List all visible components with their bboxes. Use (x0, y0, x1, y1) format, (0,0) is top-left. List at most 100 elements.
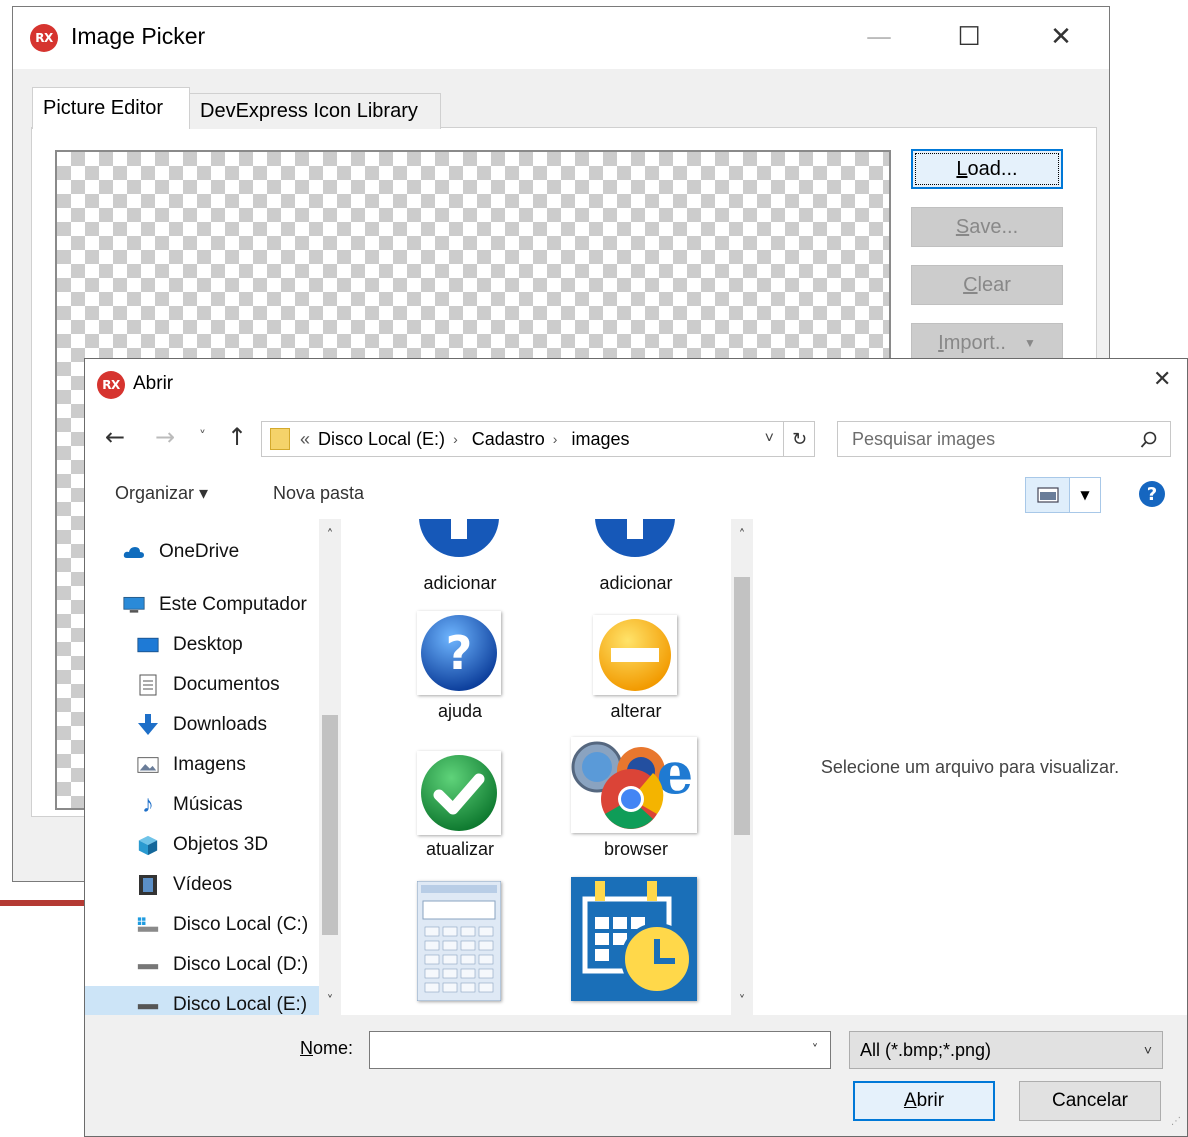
open-file-dialog: RX Abrir ✕ ← → ˅ ↑ « Disco Local (E:) › … (84, 358, 1188, 1137)
save-button[interactable]: Save... (911, 207, 1063, 247)
file-type-select[interactable]: All (*.bmp;*.png) ˅ (849, 1031, 1163, 1069)
folder-icon (270, 428, 290, 450)
forward-arrow-icon[interactable]: → (155, 423, 175, 451)
back-arrow-icon[interactable]: ← (105, 423, 125, 451)
maximize-button[interactable]: ☐ (939, 17, 999, 57)
nav-item-videos[interactable]: Vídeos (85, 866, 319, 904)
file-name[interactable]: browser (561, 839, 711, 860)
plus-circle-icon (593, 519, 677, 563)
refresh-icon[interactable]: ↻ (783, 421, 815, 457)
file-name-dropdown-icon[interactable]: ˅ (801, 1032, 829, 1068)
file-thumbnail[interactable]: e (571, 737, 697, 833)
browsers-icon: e (571, 737, 697, 833)
chevron-right-icon: › (552, 431, 558, 447)
nav-item-este-computador[interactable]: Este Computador (85, 586, 319, 624)
nav-item-disco-local-c[interactable]: Disco Local (C:) (85, 906, 319, 944)
chevron-right-icon: › (453, 431, 458, 447)
close-button[interactable]: ✕ (1153, 367, 1171, 392)
scroll-up-icon[interactable]: ˄ (731, 525, 753, 545)
file-list: adicionar adicionar ? ajuda alterar atua… (343, 519, 731, 1015)
scrollbar-thumb[interactable] (734, 577, 750, 835)
search-icon[interactable] (1140, 431, 1158, 449)
change-view-button[interactable]: ▼ (1025, 477, 1101, 513)
breadcrumb-overflow[interactable]: « (300, 429, 310, 450)
nav-item-downloads[interactable]: Downloads (85, 706, 319, 744)
minus-circle-icon (599, 619, 671, 691)
file-thumbnail[interactable] (417, 519, 501, 567)
file-name[interactable]: ajuda (385, 701, 535, 722)
file-thumbnail[interactable] (416, 880, 502, 1002)
view-icon[interactable] (1026, 478, 1070, 512)
cube-icon (137, 835, 159, 856)
scrollbar-thumb[interactable] (322, 715, 338, 935)
chevron-down-icon: ˅ (1143, 1042, 1152, 1058)
plus-circle-icon (417, 519, 501, 563)
organize-button[interactable]: Organizar ▾ (115, 483, 208, 504)
clear-button[interactable]: Clear (911, 265, 1063, 305)
navigation-scrollbar[interactable]: ˄ ˅ (319, 519, 341, 1015)
picker-titlebar: RX Image Picker — ☐ ✕ (13, 7, 1109, 69)
scroll-down-icon[interactable]: ˅ (319, 991, 341, 1011)
import-button[interactable]: Import.. ▼ (911, 323, 1063, 363)
file-thumbnail[interactable] (417, 751, 501, 835)
scroll-up-icon[interactable]: ˄ (319, 525, 341, 545)
up-arrow-icon[interactable]: ↑ (227, 423, 247, 451)
view-dropdown-icon[interactable]: ▼ (1070, 478, 1100, 512)
navigation-pane: OneDrive Este Computador Desktop Documen… (85, 519, 341, 1024)
file-name[interactable]: alterar (561, 701, 711, 722)
preview-pane: Selecione um arquivo para visualizar. (820, 756, 1120, 777)
nav-item-desktop[interactable]: Desktop (85, 626, 319, 664)
recent-locations-icon[interactable]: ˅ (199, 429, 206, 445)
file-name[interactable]: atualizar (385, 839, 535, 860)
file-thumbnail[interactable]: ? (417, 611, 501, 695)
file-thumbnail[interactable] (593, 519, 677, 567)
computer-icon (123, 595, 145, 615)
breadcrumb-images[interactable]: images (571, 429, 629, 450)
tab-devexpress-icon-library[interactable]: DevExpress Icon Library (189, 93, 441, 129)
background-red-line (0, 897, 84, 911)
file-name-label: Nome: (300, 1038, 354, 1058)
nav-item-documentos[interactable]: Documentos (85, 666, 319, 704)
open-button[interactable]: Abrir (853, 1081, 995, 1121)
file-name[interactable]: adicionar (561, 573, 711, 594)
chevron-down-icon: ▼ (1023, 336, 1036, 350)
file-thumbnail[interactable] (571, 877, 697, 1001)
file-name-input[interactable] (369, 1031, 831, 1069)
load-button[interactable]: Load... (911, 149, 1063, 189)
nav-item-disco-local-d[interactable]: Disco Local (D:) (85, 946, 319, 984)
dialog-title: Abrir (133, 373, 174, 394)
check-circle-icon (421, 755, 497, 831)
rx-logo: RX (30, 24, 58, 52)
help-icon[interactable]: ? (1139, 481, 1165, 507)
close-button[interactable]: ✕ (1031, 17, 1091, 57)
cloud-icon (123, 542, 145, 562)
file-name[interactable]: adicionar (385, 573, 535, 594)
document-icon (137, 674, 159, 696)
nav-item-objetos-3d[interactable]: Objetos 3D (85, 826, 319, 864)
nav-item-musicas[interactable]: ♪ Músicas (85, 786, 319, 824)
windows-drive-icon (137, 915, 159, 935)
new-folder-button[interactable]: Nova pasta (273, 483, 364, 504)
file-list-scrollbar[interactable]: ˄ ˅ (731, 519, 753, 1015)
resize-grip-icon[interactable]: ⋰ (1171, 1117, 1185, 1133)
nav-item-imagens[interactable]: Imagens (85, 746, 319, 784)
address-bar[interactable]: « Disco Local (E:) › Cadastro › images ˅ (261, 421, 815, 457)
cancel-button[interactable]: Cancelar (1019, 1081, 1161, 1121)
tab-picture-editor[interactable]: Picture Editor (32, 87, 190, 129)
music-icon: ♪ (142, 791, 154, 818)
drive-icon (137, 995, 159, 1015)
download-icon (137, 714, 159, 735)
rx-logo: RX (97, 371, 125, 399)
breadcrumb-disco-local-e[interactable]: Disco Local (E:) (318, 429, 445, 450)
scroll-down-icon[interactable]: ˅ (731, 991, 753, 1011)
file-thumbnail[interactable] (593, 615, 677, 695)
nav-item-onedrive[interactable]: OneDrive (85, 533, 319, 571)
desktop-icon (137, 635, 159, 655)
calendar-clock-icon (571, 877, 697, 1001)
calculator-icon (416, 880, 502, 1002)
svg-text:?: ? (446, 626, 473, 680)
breadcrumb-cadastro[interactable]: Cadastro (472, 429, 545, 450)
minimize-button[interactable]: — (849, 17, 909, 57)
address-dropdown-icon[interactable]: ˅ (765, 430, 774, 448)
search-input[interactable]: Pesquisar images (837, 421, 1171, 457)
